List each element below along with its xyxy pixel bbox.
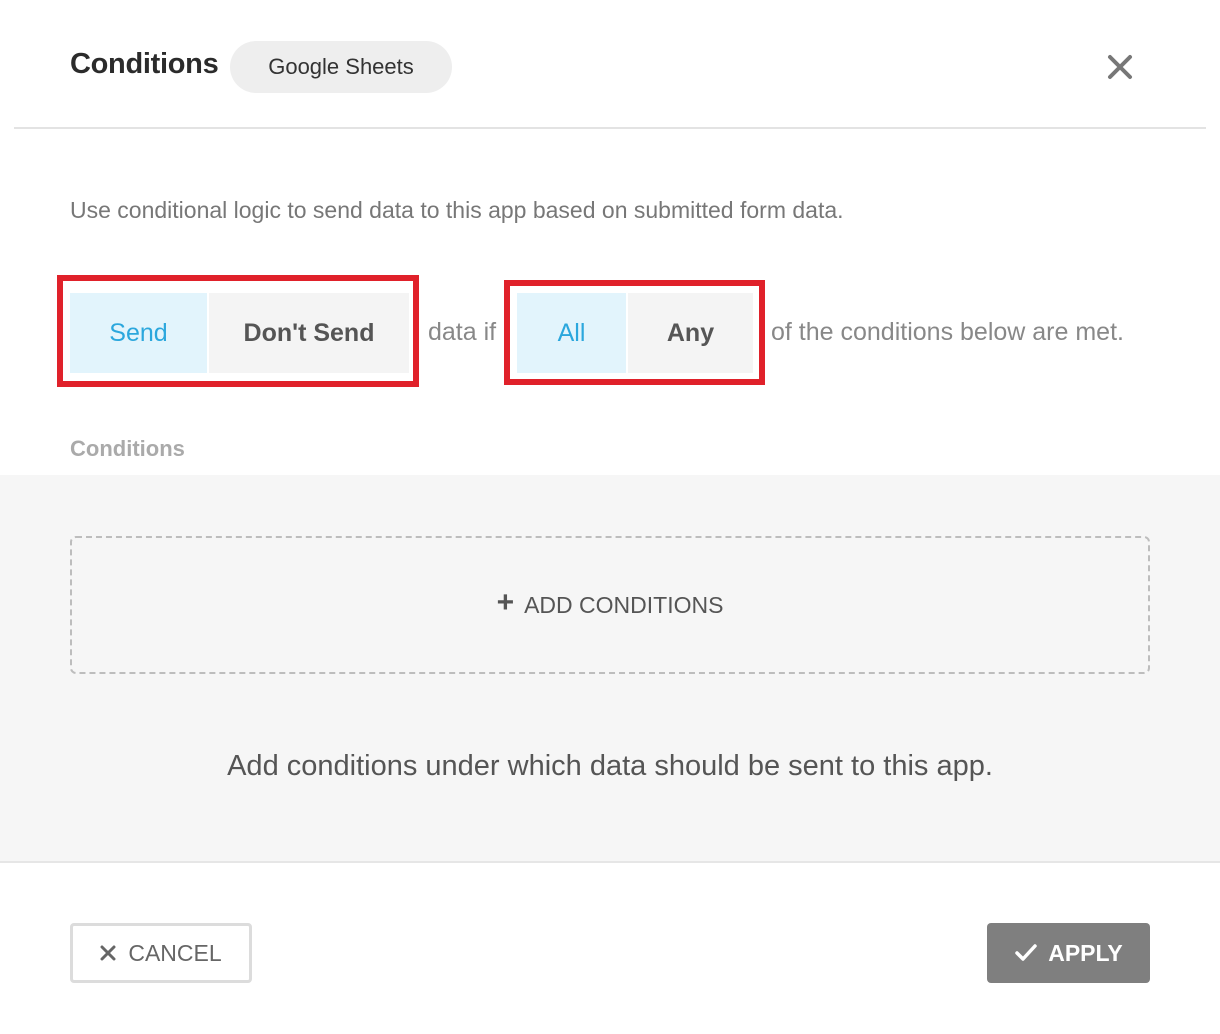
app-name-badge: Google Sheets — [230, 41, 452, 93]
add-conditions-label: ADD CONDITIONS — [524, 591, 724, 618]
empty-conditions-message: Add conditions under which data should b… — [227, 750, 993, 782]
conditions-panel: + ADD CONDITIONS Add conditions under wh… — [0, 475, 1220, 861]
footer-divider — [0, 861, 1220, 863]
dont-send-option[interactable]: Don't Send — [209, 293, 409, 373]
close-icon — [1108, 55, 1132, 79]
cancel-label: CANCEL — [128, 939, 222, 966]
apply-button[interactable]: APPLY — [987, 923, 1150, 983]
add-conditions-button[interactable]: + ADD CONDITIONS — [70, 536, 1150, 674]
conditions-section-label: Conditions — [70, 436, 185, 461]
any-option[interactable]: Any — [628, 293, 753, 373]
check-icon — [1014, 943, 1038, 963]
apply-label: APPLY — [1048, 939, 1123, 966]
close-icon — [100, 945, 116, 961]
send-option[interactable]: Send — [70, 293, 207, 373]
all-option[interactable]: All — [517, 293, 626, 373]
header-divider — [14, 127, 1206, 129]
close-button[interactable] — [1102, 49, 1138, 85]
modal-header: Conditions Google Sheets — [0, 0, 1220, 129]
plus-icon: + — [496, 586, 515, 619]
cancel-button[interactable]: CANCEL — [70, 923, 252, 983]
data-if-text: data if — [428, 318, 497, 346]
description-text: Use conditional logic to send data to th… — [70, 197, 844, 223]
conditions-met-text: of the conditions below are met. — [771, 318, 1124, 346]
send-toggle-group: Send Don't Send — [70, 293, 409, 373]
match-toggle-group: All Any — [517, 293, 753, 373]
modal-title: Conditions — [70, 48, 219, 80]
